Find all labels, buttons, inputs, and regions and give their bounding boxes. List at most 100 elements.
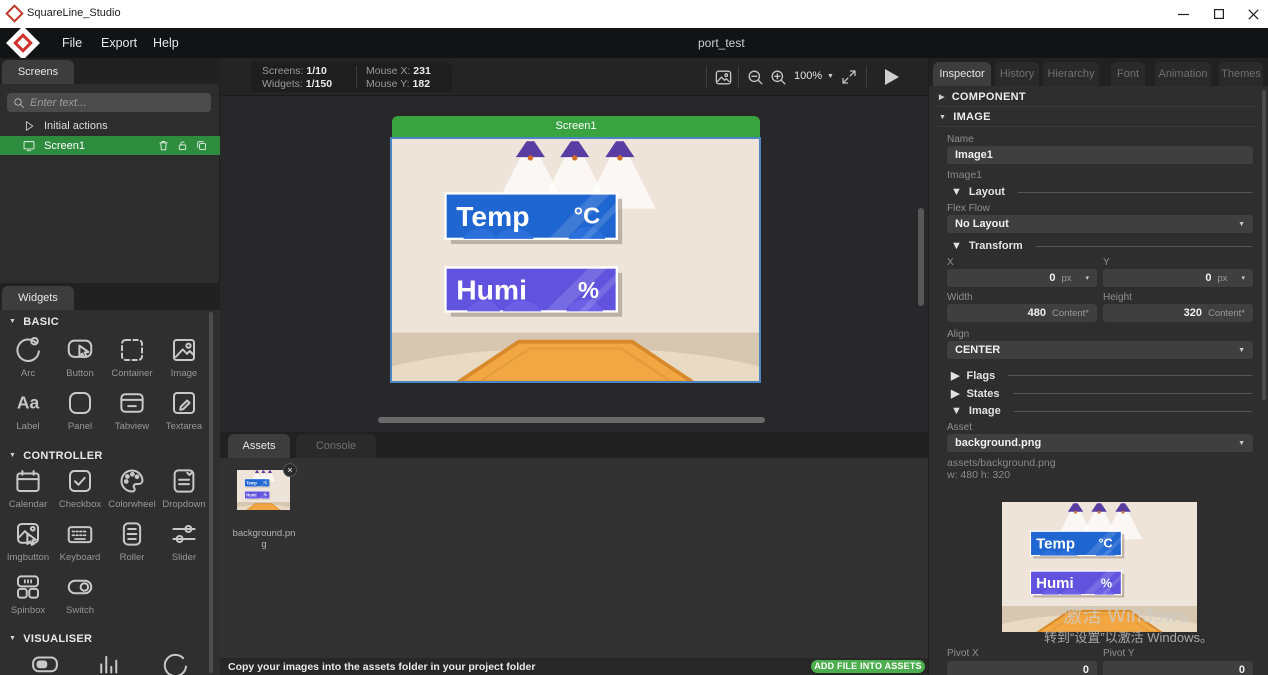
x-label: X xyxy=(947,257,954,268)
chart-visual-icon[interactable] xyxy=(95,650,125,675)
play-button[interactable] xyxy=(878,66,904,88)
pivot-x-input[interactable]: 0 xyxy=(947,661,1097,675)
inspector-scrollbar[interactable] xyxy=(1262,90,1266,400)
widget-label[interactable]: AaLabel xyxy=(2,388,54,432)
pivot-y-input[interactable]: 0 xyxy=(1103,661,1253,675)
image-section-header[interactable]: ▼IMAGE xyxy=(939,111,991,123)
widget-slider[interactable]: Slider xyxy=(158,519,210,563)
search-icon xyxy=(13,97,25,109)
screen1-canvas[interactable] xyxy=(390,137,761,383)
duplicate-screen-icon[interactable] xyxy=(195,139,208,152)
widget-button[interactable]: Button xyxy=(54,335,106,379)
initial-actions-item[interactable]: Initial actions xyxy=(0,116,220,135)
bar-visual-icon[interactable] xyxy=(30,650,60,675)
canvas-hscrollbar[interactable] xyxy=(378,417,765,423)
screen1-header[interactable]: Screen1 xyxy=(392,116,760,137)
widget-spinbox[interactable]: Spinbox xyxy=(2,572,54,616)
x-input[interactable]: 0px▾ xyxy=(947,269,1097,287)
widget-tabview[interactable]: Tabview xyxy=(106,388,158,432)
squareline-studio-window: Temp °C Humi % xyxy=(0,0,1268,675)
asset-thumbnail[interactable]: × background.png xyxy=(237,470,290,510)
widget-imgbutton[interactable]: Imgbutton xyxy=(2,519,54,563)
zoom-caret-icon[interactable]: ▼ xyxy=(827,73,834,80)
zoom-level[interactable]: 100% xyxy=(794,70,822,82)
widget-roller[interactable]: Roller xyxy=(106,519,158,563)
screens-search-input[interactable]: Enter text... xyxy=(7,93,211,112)
zoom-out-button[interactable] xyxy=(744,66,766,88)
flex-flow-dropdown[interactable]: No Layout▼ xyxy=(947,215,1253,233)
tab-font[interactable]: Font xyxy=(1111,62,1145,86)
screen-item-label: Screen1 xyxy=(44,140,85,152)
menu-help[interactable]: Help xyxy=(147,28,185,58)
widget-colorwheel[interactable]: Colorwheel xyxy=(106,466,158,510)
stats-box: Screens: 1/10 Widgets: 1/150 Mouse X: 23… xyxy=(250,62,452,92)
tab-inspector[interactable]: Inspector xyxy=(933,62,991,86)
flags-section-header[interactable]: ▶Flags xyxy=(951,369,1252,382)
lock-screen-icon[interactable] xyxy=(176,139,189,152)
widget-textarea[interactable]: Textarea xyxy=(158,388,210,432)
widget-dropdown[interactable]: Dropdown xyxy=(158,466,210,510)
component-section-header[interactable]: ▶COMPONENT xyxy=(939,91,1026,103)
imgbutton-icon xyxy=(13,519,43,549)
tab-themes[interactable]: Themes xyxy=(1219,62,1263,86)
delete-screen-icon[interactable] xyxy=(157,139,170,152)
asset-dropdown[interactable]: background.png▼ xyxy=(947,434,1253,452)
section-controller[interactable]: ▼CONTROLLER xyxy=(0,447,210,464)
arc-visual-icon[interactable] xyxy=(160,650,190,675)
container-icon xyxy=(117,335,147,365)
background-image-button[interactable] xyxy=(712,66,734,88)
mouse-y-label: Mouse Y: xyxy=(366,78,410,90)
y-input[interactable]: 0px▾ xyxy=(1103,269,1253,287)
section-basic[interactable]: ▼BASIC xyxy=(0,313,210,330)
remove-asset-icon[interactable]: × xyxy=(283,463,297,477)
svg-text:Aa: Aa xyxy=(17,393,40,413)
transform-section-header[interactable]: ▼Transform xyxy=(951,240,1252,252)
tab-console[interactable]: Console xyxy=(296,434,376,458)
project-name: port_test xyxy=(698,28,745,58)
tab-screens[interactable]: Screens xyxy=(2,60,74,84)
widget-arc[interactable]: Arc xyxy=(2,335,54,379)
dropdown-caret-icon: ▼ xyxy=(1238,440,1245,447)
assets-hint: Copy your images into the assets folder … xyxy=(228,661,535,673)
tab-history[interactable]: History xyxy=(995,62,1039,86)
fit-screen-button[interactable] xyxy=(838,66,860,88)
image-subsection-header[interactable]: ▼Image xyxy=(951,405,1252,417)
button-icon xyxy=(65,335,95,365)
switch-icon xyxy=(65,572,95,602)
layout-section-header[interactable]: ▼Layout xyxy=(951,186,1252,198)
canvas-vscrollbar[interactable] xyxy=(918,208,924,306)
screen-list-item[interactable]: Screen1 xyxy=(0,136,220,155)
close-button[interactable] xyxy=(1230,0,1268,28)
name-input[interactable]: Image1 xyxy=(947,146,1253,164)
name-label: Name xyxy=(947,134,974,145)
mouse-x-value: 231 xyxy=(413,65,431,77)
section-visualiser[interactable]: ▼VISUALISER xyxy=(0,630,210,647)
width-label: Width xyxy=(947,292,973,303)
widget-switch[interactable]: Switch xyxy=(54,572,106,616)
play-icon xyxy=(885,69,899,85)
widget-panel[interactable]: Panel xyxy=(54,388,106,432)
zoom-in-button[interactable] xyxy=(767,66,789,88)
asset-label: Asset xyxy=(947,422,972,433)
play-outline-icon xyxy=(22,119,36,133)
tab-widgets[interactable]: Widgets xyxy=(2,286,74,310)
expand-icon: ▶ xyxy=(951,387,959,400)
widget-keyboard[interactable]: Keyboard xyxy=(54,519,106,563)
menu-file[interactable]: File xyxy=(56,28,88,58)
align-dropdown[interactable]: CENTER▼ xyxy=(947,341,1253,359)
height-input[interactable]: 320Content* xyxy=(1103,304,1253,322)
width-input[interactable]: 480Content* xyxy=(947,304,1097,322)
widget-container[interactable]: Container xyxy=(106,335,158,379)
widget-calendar[interactable]: Calendar xyxy=(2,466,54,510)
menu-export[interactable]: Export xyxy=(95,28,143,58)
add-file-button[interactable]: ADD FILE INTO ASSETS xyxy=(811,660,925,673)
widgets-scrollbar[interactable] xyxy=(209,312,213,673)
tab-animation[interactable]: Animation xyxy=(1155,62,1211,86)
states-section-header[interactable]: ▶States xyxy=(951,387,1252,400)
tab-assets[interactable]: Assets xyxy=(228,434,290,458)
assets-footer: Copy your images into the assets folder … xyxy=(220,658,928,675)
tab-hierarchy[interactable]: Hierarchy xyxy=(1043,62,1099,86)
panel-icon xyxy=(65,388,95,418)
widget-checkbox[interactable]: Checkbox xyxy=(54,466,106,510)
widget-image[interactable]: Image xyxy=(158,335,210,379)
